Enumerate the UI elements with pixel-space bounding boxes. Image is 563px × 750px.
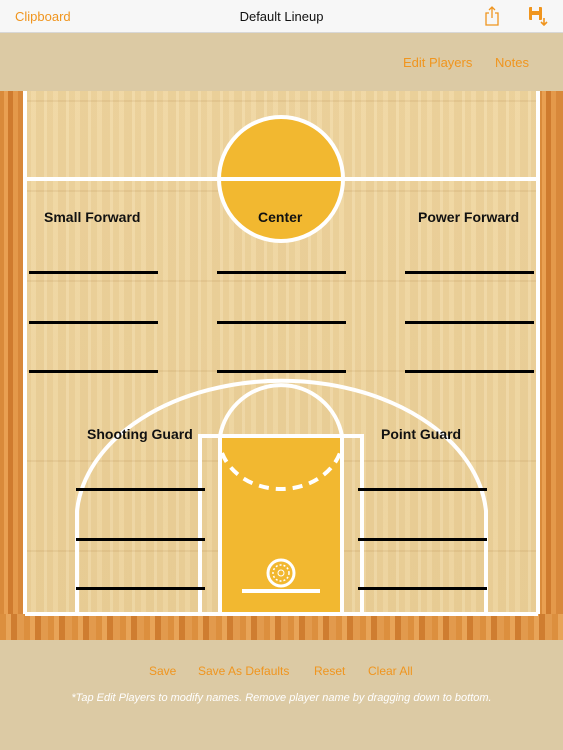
center-slot-3[interactable] bbox=[217, 370, 346, 373]
shooting-guard-slot-2[interactable] bbox=[76, 538, 205, 541]
share-icon[interactable] bbox=[484, 6, 500, 26]
shooting-guard-slot-3[interactable] bbox=[76, 587, 205, 590]
center-slot-1[interactable] bbox=[217, 271, 346, 274]
power-forward-slot-2[interactable] bbox=[405, 321, 534, 324]
point-guard-slot-1[interactable] bbox=[358, 488, 487, 491]
clear-all-button[interactable]: Clear All bbox=[368, 664, 413, 678]
shooting-guard-label: Shooting Guard bbox=[87, 426, 193, 442]
page-title: Default Lineup bbox=[239, 9, 324, 24]
instruction-hint: *Tap Edit Players to modify names. Remov… bbox=[71, 692, 492, 704]
point-guard-label: Point Guard bbox=[381, 426, 462, 442]
small-forward-slot-1[interactable] bbox=[29, 271, 158, 274]
reset-button[interactable]: Reset bbox=[314, 664, 345, 678]
navigation-bar: Clipboard Default Lineup bbox=[0, 0, 563, 33]
save-button[interactable]: Save bbox=[149, 664, 176, 678]
small-forward-label: Small Forward bbox=[44, 209, 141, 225]
save-download-icon[interactable] bbox=[528, 6, 548, 26]
point-guard-slot-2[interactable] bbox=[358, 538, 487, 541]
power-forward-slot-3[interactable] bbox=[405, 370, 534, 373]
center-slot-2[interactable] bbox=[217, 321, 346, 324]
point-guard-slot-3[interactable] bbox=[358, 587, 487, 590]
lineup-toolbar: Edit Players Notes bbox=[0, 33, 563, 91]
edit-players-button[interactable]: Edit Players bbox=[403, 55, 472, 70]
notes-button[interactable]: Notes bbox=[495, 55, 529, 70]
power-forward-slot-1[interactable] bbox=[405, 271, 534, 274]
bottom-toolbar: Save Save As Defaults Reset Clear All *T… bbox=[0, 640, 563, 750]
shooting-guard-slot-1[interactable] bbox=[76, 488, 205, 491]
small-forward-slot-3[interactable] bbox=[29, 370, 158, 373]
center-label: Center bbox=[258, 209, 303, 225]
court-lines bbox=[23, 91, 540, 616]
save-as-defaults-button[interactable]: Save As Defaults bbox=[198, 664, 289, 678]
free-throw-circle-top bbox=[218, 383, 344, 437]
small-forward-slot-2[interactable] bbox=[29, 321, 158, 324]
power-forward-label: Power Forward bbox=[418, 209, 520, 225]
